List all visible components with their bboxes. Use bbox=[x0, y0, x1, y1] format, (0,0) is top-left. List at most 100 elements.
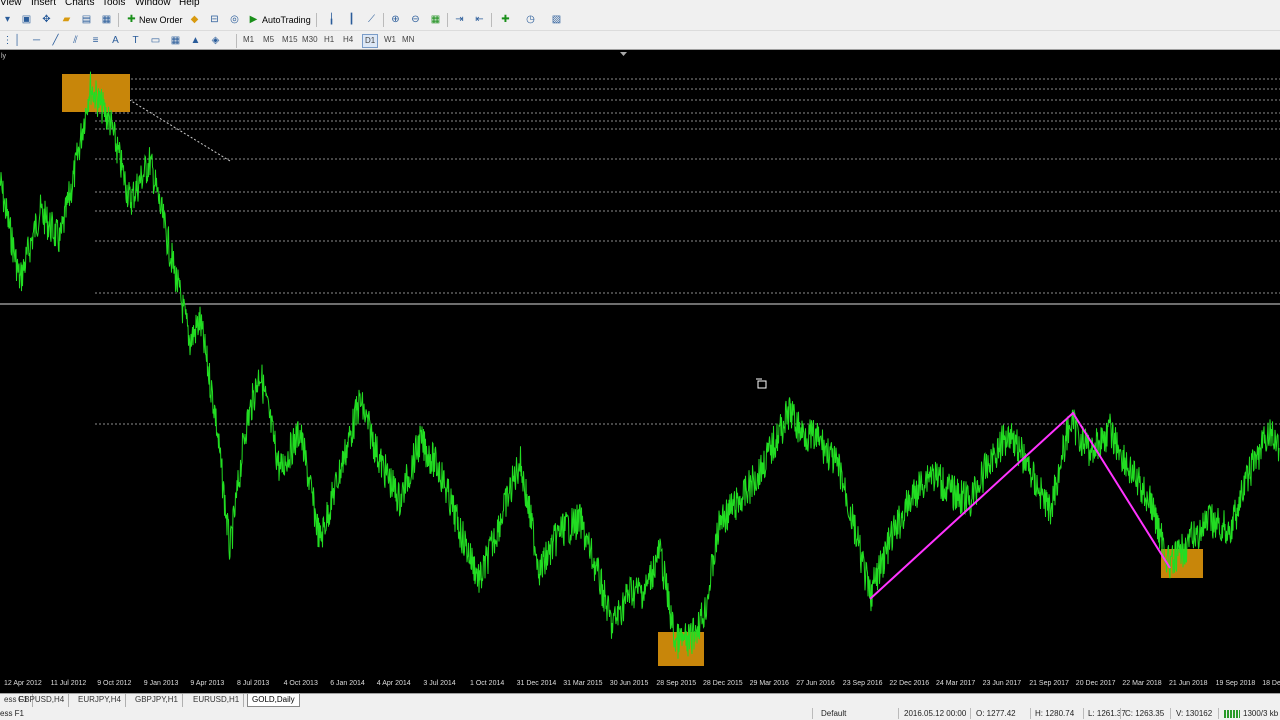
separator bbox=[1083, 708, 1084, 719]
date-axis-label: 6 Jan 2014 bbox=[330, 680, 365, 687]
date-axis-label: 28 Sep 2015 bbox=[656, 680, 696, 687]
menu-charts[interactable]: Charts bbox=[65, 0, 94, 9]
trendline-icon[interactable]: ╱ bbox=[48, 34, 63, 48]
highlight-boxes bbox=[62, 74, 1203, 666]
tab-gold-daily[interactable]: GOLD,Daily bbox=[247, 694, 300, 707]
vertical-line-icon[interactable]: │ bbox=[10, 34, 25, 48]
channel-icon[interactable]: ⫽ bbox=[68, 34, 83, 48]
menu-bar: View Insert Charts Tools Window Help bbox=[0, 0, 1280, 10]
rectangle-icon[interactable]: ▭ bbox=[148, 34, 163, 48]
zoom-in-icon[interactable]: ⊕ bbox=[388, 13, 403, 27]
separator bbox=[1030, 708, 1031, 719]
timeframe-mn[interactable]: MN bbox=[402, 34, 414, 46]
status-high: H: 1280.74 bbox=[1035, 709, 1075, 718]
separator bbox=[970, 708, 971, 719]
menu-help[interactable]: Help bbox=[179, 0, 200, 9]
timeframe-w1[interactable]: W1 bbox=[384, 34, 396, 46]
new-order-button[interactable]: New Order bbox=[139, 14, 183, 26]
data-window-icon[interactable]: ▦ bbox=[99, 13, 114, 27]
autotrading-icon[interactable]: ▶ bbox=[246, 13, 261, 27]
folder-icon[interactable]: ▰ bbox=[59, 13, 74, 27]
status-help: ess F1 bbox=[0, 709, 25, 718]
candlestick-icon[interactable]: ┃ bbox=[344, 13, 359, 27]
timeframe-h4[interactable]: H4 bbox=[343, 34, 353, 46]
tab-eurjpy-h4[interactable]: EURJPY,H4 bbox=[74, 694, 126, 707]
fibonacci-levels bbox=[95, 78, 1280, 425]
separator bbox=[1120, 708, 1121, 719]
date-axis-label: 9 Oct 2012 bbox=[97, 680, 131, 687]
menu-window[interactable]: Window bbox=[135, 0, 171, 9]
date-axis-label: 27 Jun 2016 bbox=[796, 680, 835, 687]
timeframe-d1[interactable]: D1 bbox=[362, 34, 379, 48]
autoscroll-icon[interactable]: ⇤ bbox=[472, 13, 487, 27]
timeframe-m30[interactable]: M30 bbox=[302, 34, 318, 46]
menu-tools[interactable]: Tools bbox=[102, 0, 125, 9]
date-axis-label: 23 Jun 2017 bbox=[983, 680, 1022, 687]
date-axis-label: 8 Jul 2013 bbox=[237, 680, 269, 687]
market-watch-icon[interactable]: ▤ bbox=[79, 13, 94, 27]
timeframe-m15[interactable]: M15 bbox=[282, 34, 298, 46]
date-axis-label: 22 Dec 2016 bbox=[889, 680, 929, 687]
status-bar: ess F1 Default 2016.05.12 00:00 O: 1277.… bbox=[0, 707, 1280, 720]
terminal-icon[interactable]: ⊟ bbox=[207, 13, 222, 27]
strategy-tester-icon[interactable]: ◎ bbox=[227, 13, 242, 27]
arrow-up-icon[interactable]: ▲ bbox=[188, 34, 203, 48]
timeframe-h1[interactable]: H1 bbox=[324, 34, 334, 46]
menu-insert[interactable]: Insert bbox=[31, 0, 56, 9]
bar-chart-icon[interactable]: ╽ bbox=[324, 13, 339, 27]
tab-gbpjpy-h1[interactable]: GBPJPY,H1 bbox=[131, 694, 183, 707]
status-open: O: 1277.42 bbox=[976, 709, 1016, 718]
chart-window[interactable]: 12 Apr 2012 11 Jul 2012 9 Oct 2012 9 Jan 20… bbox=[0, 51, 1280, 693]
indicators-icon[interactable]: ✚ bbox=[498, 13, 513, 27]
gann-grid-icon[interactable]: ▦ bbox=[168, 34, 183, 48]
date-axis-label: 3 Jul 2014 bbox=[423, 680, 455, 687]
separator bbox=[118, 13, 119, 27]
tab-eurusd-h1[interactable]: EURUSD,H1 bbox=[189, 694, 245, 707]
date-axis-label: 1 Oct 2014 bbox=[470, 680, 504, 687]
separator bbox=[236, 34, 237, 48]
menu-view[interactable]: View bbox=[0, 0, 22, 9]
separator bbox=[491, 13, 492, 27]
date-axis-label: 20 Dec 2017 bbox=[1076, 680, 1116, 687]
date-axis-label: 21 Sep 2017 bbox=[1029, 680, 1069, 687]
date-axis-label: 4 Apr 2014 bbox=[377, 680, 411, 687]
date-axis-label: 9 Apr 2013 bbox=[190, 680, 224, 687]
separator bbox=[383, 13, 384, 27]
new-chart-icon[interactable]: ▣ bbox=[19, 13, 34, 27]
horizontal-line-icon[interactable]: ─ bbox=[29, 34, 44, 48]
status-profile[interactable]: Default bbox=[821, 708, 846, 720]
date-axis-label: 12 Apr 2012 bbox=[4, 680, 42, 687]
date-axis: 12 Apr 2012 11 Jul 2012 9 Oct 2012 9 Jan 20… bbox=[4, 680, 1280, 687]
profiles-icon[interactable]: ✥ bbox=[39, 13, 54, 27]
meta-editor-icon[interactable]: ◆ bbox=[187, 13, 202, 27]
chart-canvas[interactable]: 12 Apr 2012 11 Jul 2012 9 Oct 2012 9 Jan 20… bbox=[0, 51, 1280, 693]
status-traffic: 1300/3 kb bbox=[1243, 709, 1279, 718]
periods-icon[interactable]: ◷ bbox=[523, 13, 538, 27]
separator bbox=[898, 708, 899, 719]
tab-gbpusd-h4[interactable]: GBPUSD,H4 bbox=[14, 694, 70, 707]
separator bbox=[1218, 708, 1219, 719]
chart-shift-icon[interactable]: ⇥ bbox=[452, 13, 467, 27]
cursor-icon bbox=[756, 378, 767, 389]
timeframe-m5[interactable]: M5 bbox=[263, 34, 274, 46]
tile-windows-icon[interactable]: ▦ bbox=[428, 13, 443, 27]
autotrading-button[interactable]: AutoTrading bbox=[262, 14, 311, 26]
line-chart-icon[interactable]: ⟋ bbox=[364, 13, 379, 27]
chart-title: ly bbox=[1, 53, 7, 60]
zoom-out-icon[interactable]: ⊖ bbox=[408, 13, 423, 27]
new-order-icon[interactable]: ✚ bbox=[124, 13, 139, 27]
chart-shift-marker[interactable] bbox=[620, 52, 627, 56]
date-axis-label: 9 Jan 2013 bbox=[144, 680, 179, 687]
timeframe-m1[interactable]: M1 bbox=[243, 34, 254, 46]
dropdown-arrow-icon[interactable]: ▾ bbox=[0, 13, 15, 27]
shapes-menu-icon[interactable]: ◈ bbox=[208, 34, 223, 48]
date-axis-label: 30 Jun 2015 bbox=[610, 680, 649, 687]
price-line bbox=[0, 71, 1280, 659]
status-datetime: 2016.05.12 00:00 bbox=[904, 709, 967, 718]
templates-icon[interactable]: ▧ bbox=[549, 13, 564, 27]
fibonacci-icon[interactable]: ≡ bbox=[88, 34, 103, 48]
text-icon: A bbox=[112, 35, 119, 46]
date-axis-label: 21 Jun 2018 bbox=[1169, 680, 1208, 687]
text-label-icon[interactable]: T bbox=[128, 34, 143, 48]
chart-tabs: ess F1 GBPUSD,H4 EURJPY,H4 GBPJPY,H1 EUR… bbox=[0, 693, 1280, 707]
